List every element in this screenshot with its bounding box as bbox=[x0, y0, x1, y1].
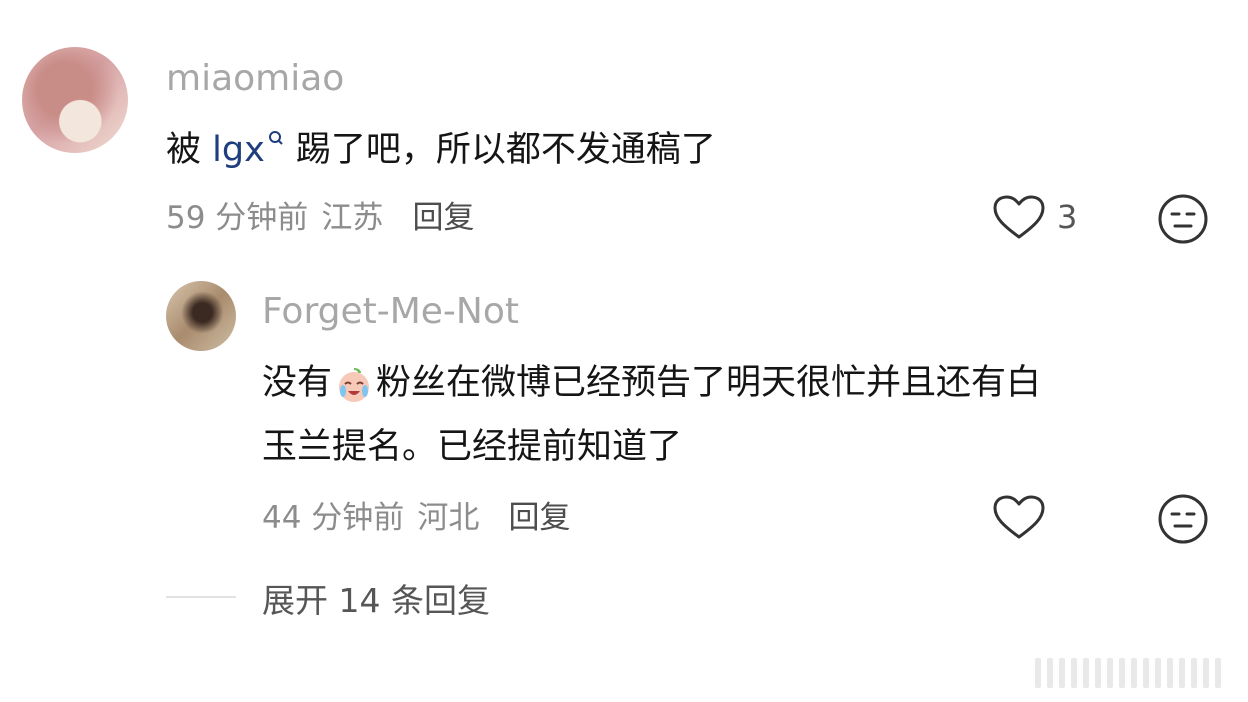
reply-text-part: 玉兰提名。已经提前知道了 bbox=[262, 427, 683, 467]
avatar[interactable] bbox=[22, 47, 128, 153]
timestamp: 59 分钟前 bbox=[166, 200, 309, 236]
crying-laughing-emoji bbox=[334, 364, 374, 404]
divider bbox=[166, 596, 236, 598]
username[interactable]: Forget-Me-Not bbox=[262, 291, 519, 332]
reply-text-part: 没有 bbox=[262, 363, 333, 403]
neutral-face-icon[interactable] bbox=[1157, 493, 1209, 545]
mention-link[interactable]: lgx bbox=[212, 130, 285, 170]
heart-outline-icon[interactable] bbox=[992, 194, 1046, 242]
search-icon bbox=[267, 130, 285, 148]
expand-replies-button[interactable]: 展开 14 条回复 bbox=[262, 574, 490, 622]
location: 河北 bbox=[417, 500, 480, 536]
watermark bbox=[1035, 658, 1227, 692]
reply-meta: 44 分钟前 河北 回复 bbox=[262, 492, 571, 537]
reply-button[interactable]: 回复 bbox=[509, 500, 571, 536]
avatar[interactable] bbox=[166, 281, 236, 351]
location: 江苏 bbox=[321, 200, 384, 236]
reply-text-part: 粉丝在微博已经预告了明天很忙并且还有白 bbox=[376, 363, 1042, 403]
like-count: 3 bbox=[1057, 198, 1078, 236]
comment-meta: 59 分钟前 江苏 回复 bbox=[166, 192, 475, 237]
comment-text: 被 lgx 踢了吧，所以都不发通稿了 bbox=[166, 118, 716, 182]
reply-text: 没有 粉丝在微博已经预告了明天很忙并且还有白 玉兰提名。已经提前知道了 bbox=[262, 351, 1041, 479]
mention-text[interactable]: lgx bbox=[212, 130, 265, 170]
heart-outline-icon[interactable] bbox=[992, 494, 1046, 542]
reply-button[interactable]: 回复 bbox=[413, 200, 475, 236]
timestamp: 44 分钟前 bbox=[262, 500, 405, 536]
username[interactable]: miaomiao bbox=[166, 58, 344, 99]
comment-text-part: 被 bbox=[166, 130, 213, 170]
comment-text-part: 踢了吧，所以都不发通稿了 bbox=[284, 130, 716, 170]
neutral-face-icon[interactable] bbox=[1157, 193, 1209, 245]
